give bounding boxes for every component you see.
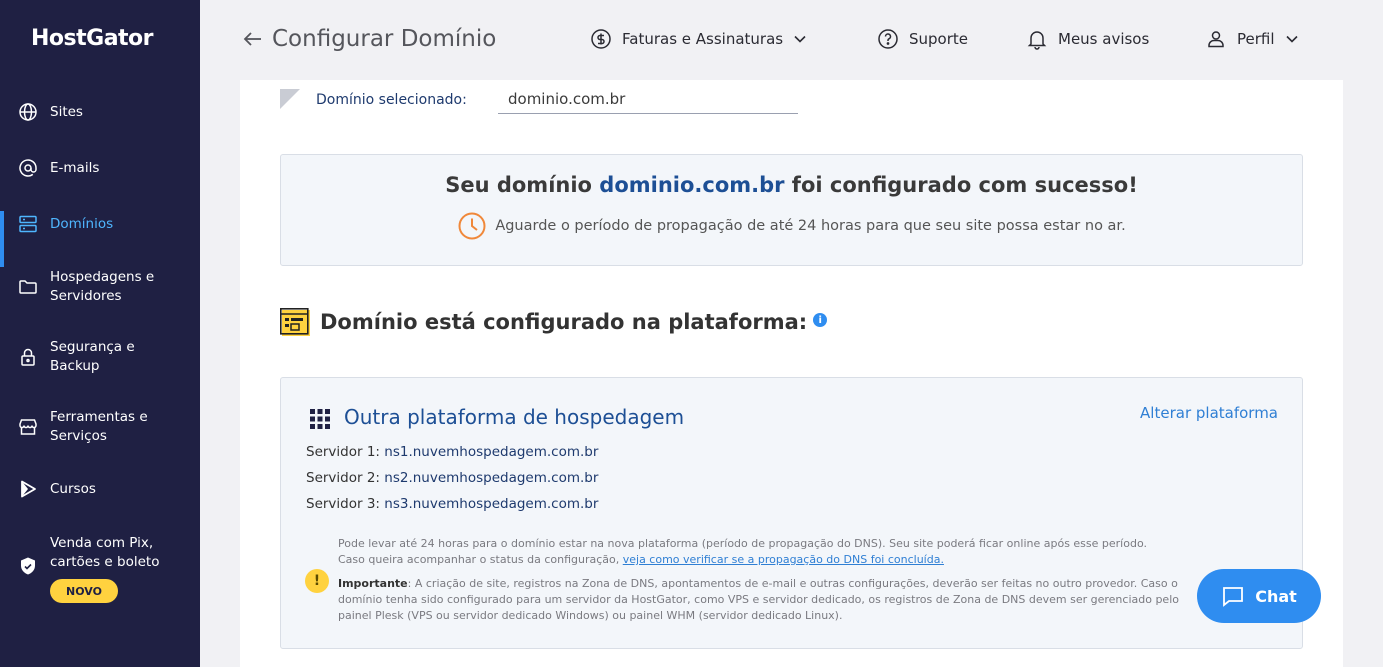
sidebar-item-label: Venda com Pix, cartões e boleto — [50, 535, 160, 570]
folder-icon — [18, 277, 38, 297]
chat-button[interactable]: Chat — [1197, 569, 1321, 623]
platform-heading-text: Domínio está configurado na plataforma: — [320, 310, 808, 334]
bell-icon — [1027, 31, 1047, 50]
hostgator-logo[interactable]: HostGator — [31, 26, 154, 51]
play-icon — [18, 479, 38, 499]
globe-icon — [18, 102, 38, 122]
sidebar-item-courses[interactable]: Cursos — [0, 479, 200, 499]
server-label: Servidor 1: — [306, 444, 385, 460]
change-platform-link[interactable]: Alterar plataforma — [1140, 404, 1278, 422]
sidebar-item-label: Cursos — [50, 480, 96, 497]
success-domain: dominio.com.br — [599, 173, 785, 197]
sidebar-item-payments[interactable]: Venda com Pix, cartões e boleto — [0, 534, 200, 575]
profile-menu[interactable]: Perfil — [1205, 28, 1299, 50]
help-icon — [878, 29, 898, 49]
at-icon — [18, 158, 38, 178]
top-header: Configurar Domínio Faturas e Assinaturas… — [200, 0, 1383, 80]
main-content: Domínio selecionado: Seu domínio dominio… — [240, 80, 1343, 667]
important-text: : A criação de site, registros na Zona d… — [338, 577, 1179, 622]
domain-input[interactable] — [498, 84, 798, 114]
important-note: Importante: A criação de site, registros… — [338, 576, 1208, 624]
notices-menu[interactable]: Meus avisos — [1026, 28, 1149, 50]
support-menu[interactable]: Suporte — [877, 28, 968, 50]
grid-icon — [310, 409, 330, 429]
sidebar-item-label: Sites — [50, 103, 83, 120]
server-value: ns3.nuvemhospedagem.com.br — [384, 496, 599, 512]
platform-heading: Domínio está configurado na plataforma: … — [280, 306, 828, 338]
sidebar-item-label: Segurança e Backup — [50, 339, 135, 374]
info-icon[interactable]: i — [813, 313, 828, 327]
success-prefix: Seu domínio — [445, 173, 600, 197]
server-icon — [18, 214, 38, 234]
success-suffix: foi configurado com sucesso! — [784, 173, 1138, 197]
success-title: Seu domínio dominio.com.br foi configura… — [281, 173, 1302, 197]
invoices-menu-label: Faturas e Assinaturas — [622, 30, 784, 48]
server-value: ns1.nuvemhospedagem.com.br — [384, 444, 599, 460]
domain-label: Domínio selecionado: — [316, 92, 467, 108]
platform-box-title: Outra plataforma de hospedagem — [344, 405, 685, 429]
propagation-note-prefix: Caso queira acompanhar o status da confi… — [338, 553, 623, 566]
platform-box: Outra plataforma de hospedagem Alterar p… — [280, 377, 1303, 649]
warning-icon: ! — [305, 569, 329, 593]
store-icon — [18, 417, 38, 437]
propagation-note: Pode levar até 24 horas para o domínio e… — [338, 537, 1147, 550]
clock-icon — [458, 212, 486, 240]
sidebar-item-label: Hospedagens e Servidores — [50, 269, 155, 304]
sidebar-item-label: Ferramentas e Serviços — [50, 409, 148, 444]
dns-propagation-link[interactable]: veja como verificar se a propagação do D… — [623, 553, 944, 566]
profile-menu-label: Perfil — [1237, 30, 1275, 48]
server-label: Servidor 3: — [306, 496, 385, 512]
back-arrow-icon[interactable] — [242, 28, 264, 50]
dollar-icon — [591, 29, 611, 49]
user-icon — [1208, 31, 1224, 48]
sidebar-item-domains[interactable]: Domínios — [0, 211, 200, 267]
notices-menu-label: Meus avisos — [1058, 30, 1150, 48]
new-badge: NOVO — [50, 579, 118, 603]
sidebar-item-tools[interactable]: Ferramentas e Serviços — [0, 408, 200, 446]
server-row: Servidor 3: ns3.nuvemhospedagem.com.br — [306, 496, 598, 512]
chat-button-label: Chat — [1255, 586, 1297, 606]
sidebar-item-hosting[interactable]: Hospedagens e Servidores — [0, 268, 200, 306]
platform-icon — [280, 307, 310, 336]
sidebar-item-emails[interactable]: E-mails — [0, 158, 200, 178]
success-subtitle-row: Aguarde o período de propagação de até 2… — [281, 211, 1302, 241]
sidebar-item-label: Domínios — [50, 215, 114, 232]
page-title: Configurar Domínio — [272, 26, 497, 52]
chevron-down-icon — [794, 35, 806, 43]
invoices-menu[interactable]: Faturas e Assinaturas — [590, 28, 807, 50]
shield-icon — [18, 556, 38, 576]
server-value: ns2.nuvemhospedagem.com.br — [384, 470, 599, 486]
server-label: Servidor 2: — [306, 470, 385, 486]
support-menu-label: Suporte — [909, 30, 969, 48]
sidebar-item-sites[interactable]: Sites — [0, 102, 200, 122]
corner-decoration — [280, 89, 300, 109]
propagation-note-link-row: Caso queira acompanhar o status da confi… — [338, 552, 944, 568]
server-row: Servidor 2: ns2.nuvemhospedagem.com.br — [306, 470, 598, 486]
sidebar: HostGator Sites E-mails Domínios Hospeda… — [0, 0, 200, 667]
chat-icon — [1223, 587, 1244, 607]
server-row: Servidor 1: ns1.nuvemhospedagem.com.br — [306, 444, 598, 460]
lock-icon — [18, 347, 38, 367]
important-label: Importante — [338, 577, 408, 590]
sidebar-item-security[interactable]: Segurança e Backup — [0, 338, 200, 376]
success-box: Seu domínio dominio.com.br foi configura… — [280, 154, 1303, 266]
success-subtitle: Aguarde o período de propagação de até 2… — [495, 218, 1126, 234]
chevron-down-icon — [1285, 35, 1298, 43]
sidebar-item-label: E-mails — [50, 159, 100, 176]
